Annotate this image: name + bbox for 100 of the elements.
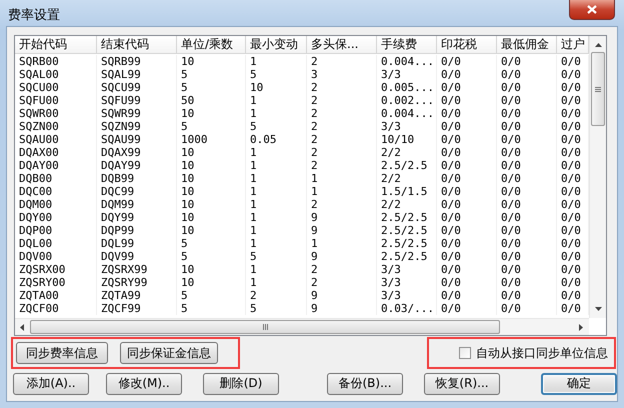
table-cell: 0/0 (497, 107, 557, 120)
table-cell: SQFU00 (15, 94, 97, 107)
table-cell: 0/0 (497, 289, 557, 302)
table-cell: 50 (177, 94, 246, 107)
table-cell: 0/0 (497, 263, 557, 276)
close-button[interactable] (569, 0, 615, 20)
column-header[interactable]: 最低佣金 (497, 36, 557, 54)
table-cell: 0/0 (497, 172, 557, 185)
table-cell: 0.05 (246, 133, 307, 146)
table-cell: SQWR99 (97, 107, 177, 120)
table-cell: 2 (307, 55, 377, 68)
table-cell: 1 (246, 276, 307, 289)
table-cell: DQC99 (97, 185, 177, 198)
dialog-button[interactable]: 添加(A).. (13, 372, 89, 394)
table-cell: ZQCF99 (97, 302, 177, 315)
table-cell: 5 (246, 302, 307, 315)
column-header[interactable]: 结束代码 (97, 36, 177, 54)
table-cell: 10 (177, 185, 246, 198)
table-cell: 1 (246, 172, 307, 185)
table-cell: 1 (246, 146, 307, 159)
table-cell: 0/0 (497, 276, 557, 289)
table-cell: ZQSRX99 (97, 263, 177, 276)
table-cell: 0/0 (437, 250, 497, 263)
table-cell: SQAL99 (97, 68, 177, 81)
table-cell: 3/3 (377, 263, 437, 276)
column-header[interactable]: 开始代码 (15, 36, 97, 54)
table-cell: 0.005... (377, 81, 437, 94)
table-cell: 0/0 (497, 120, 557, 133)
table-cell: 0.004... (377, 107, 437, 120)
table-cell: 5 (177, 81, 246, 94)
table-cell: 2.5/2.5 (377, 250, 437, 263)
table-cell: 0/0 (437, 237, 497, 250)
table-cell: 0/0 (437, 289, 497, 302)
table-cell: 9 (307, 224, 377, 237)
column-header[interactable]: 单位/乘数 (177, 36, 246, 54)
table-cell: DQAY00 (15, 159, 97, 172)
table-cell: SQAU00 (15, 133, 97, 146)
horizontal-scrollbar[interactable] (15, 318, 589, 335)
column-header[interactable]: 多头保... (307, 36, 377, 54)
table-cell: SQZN00 (15, 120, 97, 133)
table-cell: DQY00 (15, 211, 97, 224)
table-cell: 0/0 (497, 146, 557, 159)
scroll-thumb[interactable] (591, 52, 605, 126)
table-cell: 10 (177, 276, 246, 289)
dialog-button[interactable]: 删除(D) (203, 372, 279, 394)
vertical-scrollbar[interactable] (589, 36, 606, 318)
table-cell: ZQTA00 (15, 289, 97, 302)
table-cell: SQFU99 (97, 94, 177, 107)
table-cell: DQB00 (15, 172, 97, 185)
table-cell: 5 (177, 237, 246, 250)
table-cell: 0/0 (497, 198, 557, 211)
table-cell: 0/0 (437, 211, 497, 224)
scroll-down-icon[interactable] (594, 307, 602, 311)
scroll-left-icon[interactable] (20, 324, 24, 330)
table-cell: 0/0 (497, 250, 557, 263)
table-cell: 0/0 (437, 172, 497, 185)
table-cell: DQV00 (15, 250, 97, 263)
dialog-button[interactable]: 确定 (541, 372, 617, 394)
table-cell: 0/0 (437, 263, 497, 276)
column-header[interactable]: 手续费 (377, 36, 437, 54)
table-cell: DQAX99 (97, 146, 177, 159)
table-cell: 2 (307, 276, 377, 289)
table-cell: ZQCF00 (15, 302, 97, 315)
table-cell: 5 (177, 289, 246, 302)
checkbox[interactable] (459, 347, 471, 359)
table-cell: 2 (307, 146, 377, 159)
table-cell: 2 (307, 198, 377, 211)
table-cell: DQM99 (97, 198, 177, 211)
column-header[interactable]: 过户 (557, 36, 589, 54)
table-cell: 10 (177, 211, 246, 224)
sync-button[interactable]: 同步费率信息 (16, 342, 108, 364)
checkbox-label[interactable]: 自动从接口同步单位信息 (476, 344, 608, 362)
dialog-button[interactable]: 备份(B)... (327, 372, 403, 394)
table-cell: 0/0 (497, 224, 557, 237)
scroll-up-icon[interactable] (594, 43, 602, 47)
table-cell: 9 (307, 289, 377, 302)
table-cell: DQM00 (15, 198, 97, 211)
table-cell: SQRB99 (97, 55, 177, 68)
dialog-button[interactable]: 修改(M).. (106, 372, 182, 394)
table-cell: DQL99 (97, 237, 177, 250)
dialog-button[interactable]: 恢复(R)... (424, 372, 500, 394)
column-header[interactable]: 最小变动 (246, 36, 307, 54)
sync-button[interactable]: 同步保证金信息 (120, 342, 218, 364)
table-cell: 10 (177, 159, 246, 172)
scroll-right-icon[interactable] (579, 324, 583, 330)
table-cell: 0/0 (437, 198, 497, 211)
grip-icon (262, 324, 268, 330)
table-cell: ZQSRY99 (97, 276, 177, 289)
table-cell: 0/0 (497, 237, 557, 250)
table-cell: ZQSRY00 (15, 276, 97, 289)
table-cell: ZQTA99 (97, 289, 177, 302)
table-cell: 0/0 (437, 81, 497, 94)
table-cell: SQCU00 (15, 81, 97, 94)
table-cell: 5 (177, 120, 246, 133)
table-cell: DQP99 (97, 224, 177, 237)
table-cell: 2 (307, 94, 377, 107)
table-cell: 1.5/1.5 (377, 185, 437, 198)
table-cell: 1 (246, 55, 307, 68)
column-header[interactable]: 印花税 (437, 36, 497, 54)
scroll-thumb[interactable] (30, 320, 500, 334)
